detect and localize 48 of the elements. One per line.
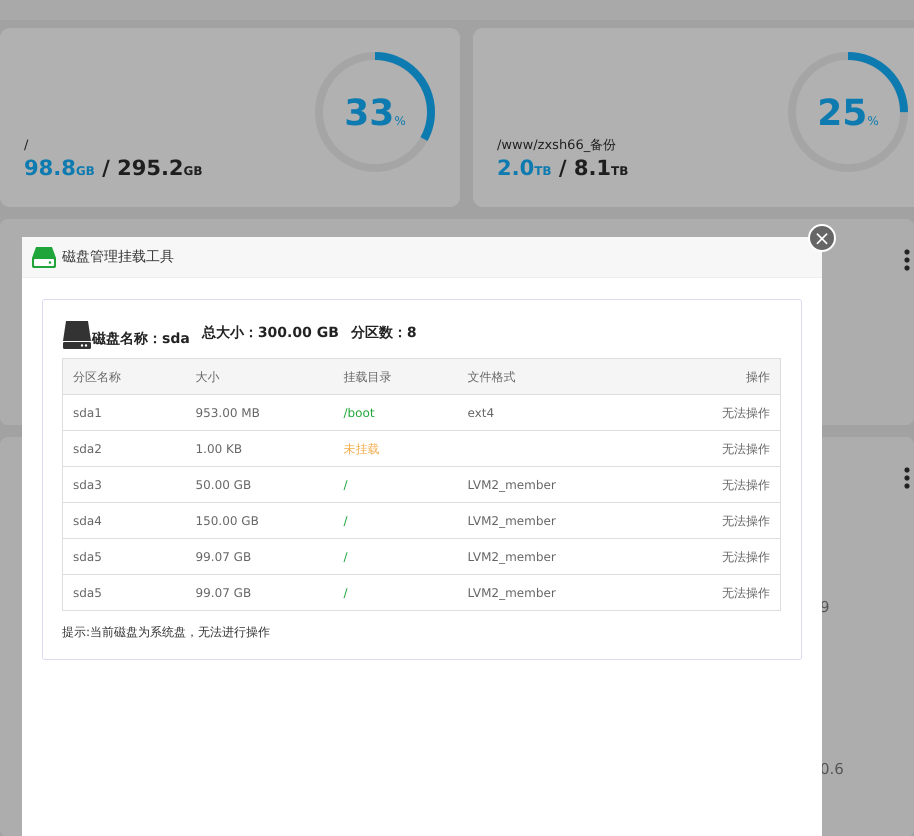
table-cell: sda4 [62, 502, 186, 538]
mount-path-cell: / [334, 502, 458, 538]
partition-count: 分区数：8 [350, 324, 417, 343]
disk-usage: 98.8GB / 295.2GB [24, 156, 203, 181]
more-icon[interactable] [904, 467, 910, 489]
table-cell: sda2 [62, 430, 186, 466]
column-header: 大小 [186, 358, 334, 394]
table-cell: LVM2_member [458, 538, 656, 574]
usage-percent: 25% [816, 92, 880, 136]
table-cell: sda3 [62, 466, 186, 502]
table-cell: LVM2_member [458, 574, 656, 610]
column-header: 操作 [655, 358, 780, 394]
table-cell: 953.00 MB [186, 394, 334, 430]
action-cell: 无法操作 [655, 430, 780, 466]
action-cell: 无法操作 [655, 538, 780, 574]
table-cell: 150.00 GB [186, 502, 334, 538]
mount-path-cell: / [334, 574, 458, 610]
action-cell: 无法操作 [655, 466, 780, 502]
action-cell: 无法操作 [655, 394, 780, 430]
hint-text: 提示:当前磁盘为系统盘，无法进行操作 [62, 624, 272, 641]
more-icon[interactable] [904, 249, 910, 271]
total-size: 总大小：300.00 GB [202, 324, 339, 343]
table-cell: sda1 [62, 394, 186, 430]
table-cell: 1.00 KB [186, 430, 334, 466]
mount-path: / [24, 137, 30, 155]
table-cell: 50.00 GB [186, 466, 334, 502]
usage-percent: 33% [343, 92, 407, 136]
action-cell: 无法操作 [655, 502, 780, 538]
mount-path-cell: / [334, 538, 458, 574]
hard-drive-icon [62, 320, 92, 350]
column-header: 挂载目录 [334, 358, 458, 394]
mount-path-cell: / [334, 466, 458, 502]
dialog-title: 磁盘管理挂载工具 [62, 248, 174, 266]
table-cell: LVM2_member [458, 502, 656, 538]
disk-usage: 2.0TB / 8.1TB [497, 156, 628, 181]
table-cell: sda5 [62, 574, 186, 610]
column-header: 文件格式 [458, 358, 656, 394]
mount-path: /www/zxsh66_备份 [497, 137, 618, 155]
table-cell: sda5 [62, 538, 186, 574]
table-cell: ext4 [458, 394, 656, 430]
column-header: 分区名称 [62, 358, 186, 394]
mount-path-cell: /boot [334, 394, 458, 430]
disk-name: 磁盘名称：sda [92, 330, 190, 349]
action-cell: 无法操作 [655, 574, 780, 610]
table-cell: 99.07 GB [186, 574, 334, 610]
table-cell: 99.07 GB [186, 538, 334, 574]
mount-path-cell: 未挂载 [334, 430, 458, 466]
table-cell: LVM2_member [458, 466, 656, 502]
